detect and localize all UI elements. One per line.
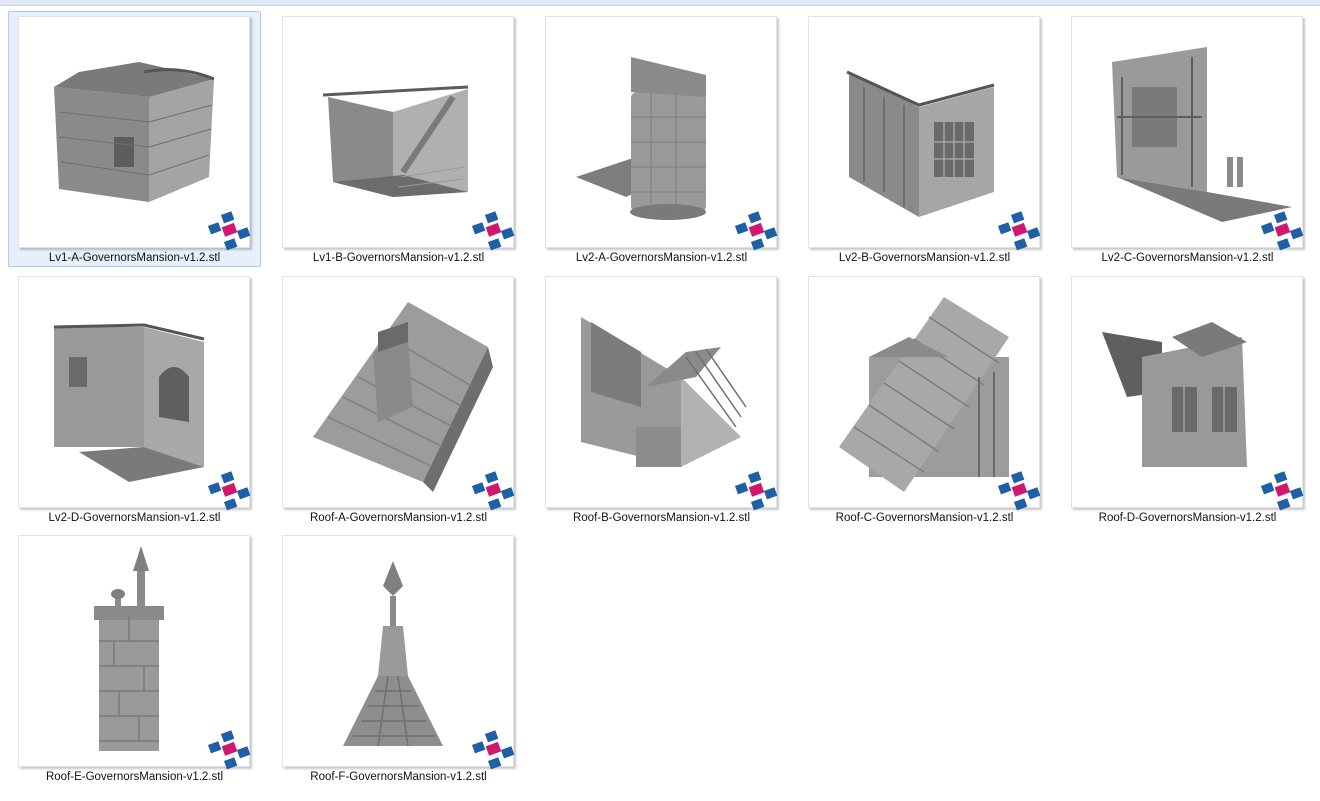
file-name-label: Lv1-A-GovernorsMansion-v1.2.stl bbox=[48, 252, 221, 264]
file-tile-lv1-a[interactable]: Lv1-A-GovernorsMansion-v1.2.stl bbox=[8, 11, 261, 267]
file-tile-roof-c[interactable]: Roof-C-GovernorsMansion-v1.2.stl bbox=[798, 271, 1051, 527]
stl-file-type-icon bbox=[471, 211, 515, 251]
thumbnail bbox=[282, 276, 515, 511]
stl-file-type-icon bbox=[471, 471, 515, 511]
file-tile-lv2-d[interactable]: Lv2-D-GovernorsMansion-v1.2.stl bbox=[8, 271, 261, 527]
file-tile-lv2-b[interactable]: Lv2-B-GovernorsMansion-v1.2.stl bbox=[798, 11, 1051, 267]
file-tile-lv2-a[interactable]: Lv2-A-GovernorsMansion-v1.2.stl bbox=[535, 11, 788, 267]
file-icon-grid: Lv1-A-GovernorsMansion-v1.2.stl Lv1-B-Go… bbox=[0, 0, 1320, 801]
stl-file-type-icon bbox=[207, 730, 251, 770]
file-tile-roof-f[interactable]: Roof-F-GovernorsMansion-v1.2.stl bbox=[272, 530, 525, 786]
file-tile-roof-a[interactable]: Roof-A-GovernorsMansion-v1.2.stl bbox=[272, 271, 525, 527]
file-name-label: Roof-C-GovernorsMansion-v1.2.stl bbox=[835, 512, 1014, 524]
stl-file-type-icon bbox=[997, 211, 1041, 251]
file-name-label: Lv1-B-GovernorsMansion-v1.2.stl bbox=[312, 252, 485, 264]
file-name-label: Roof-B-GovernorsMansion-v1.2.stl bbox=[572, 512, 751, 524]
thumbnail bbox=[808, 276, 1041, 511]
file-name-label: Roof-D-GovernorsMansion-v1.2.stl bbox=[1098, 512, 1277, 524]
thumbnail bbox=[282, 535, 515, 770]
stl-file-type-icon bbox=[471, 730, 515, 770]
file-tile-roof-e[interactable]: Roof-E-GovernorsMansion-v1.2.stl bbox=[8, 530, 261, 786]
stl-file-type-icon bbox=[997, 471, 1041, 511]
stl-file-type-icon bbox=[734, 211, 778, 251]
file-tile-roof-d[interactable]: Roof-D-GovernorsMansion-v1.2.stl bbox=[1061, 271, 1314, 527]
stl-file-type-icon bbox=[1260, 471, 1304, 511]
thumbnail bbox=[545, 16, 778, 251]
file-name-label: Roof-A-GovernorsMansion-v1.2.stl bbox=[309, 512, 488, 524]
thumbnail bbox=[545, 276, 778, 511]
thumbnail bbox=[18, 16, 251, 251]
file-name-label: Lv2-A-GovernorsMansion-v1.2.stl bbox=[575, 252, 748, 264]
thumbnail bbox=[18, 535, 251, 770]
file-name-label: Roof-F-GovernorsMansion-v1.2.stl bbox=[310, 771, 487, 783]
stl-file-type-icon bbox=[207, 211, 251, 251]
thumbnail bbox=[1071, 276, 1304, 511]
stl-file-type-icon bbox=[734, 471, 778, 511]
file-name-label: Roof-E-GovernorsMansion-v1.2.stl bbox=[45, 771, 224, 783]
file-name-label: Lv2-D-GovernorsMansion-v1.2.stl bbox=[48, 512, 221, 524]
file-tile-lv2-c[interactable]: Lv2-C-GovernorsMansion-v1.2.stl bbox=[1061, 11, 1314, 267]
file-name-label: Lv2-B-GovernorsMansion-v1.2.stl bbox=[838, 252, 1011, 264]
stl-file-type-icon bbox=[207, 471, 251, 511]
thumbnail bbox=[18, 276, 251, 511]
file-tile-roof-b[interactable]: Roof-B-GovernorsMansion-v1.2.stl bbox=[535, 271, 788, 527]
thumbnail bbox=[1071, 16, 1304, 251]
file-tile-lv1-b[interactable]: Lv1-B-GovernorsMansion-v1.2.stl bbox=[272, 11, 525, 267]
file-name-label: Lv2-C-GovernorsMansion-v1.2.stl bbox=[1101, 252, 1274, 264]
stl-file-type-icon bbox=[1260, 211, 1304, 251]
thumbnail bbox=[282, 16, 515, 251]
thumbnail bbox=[808, 16, 1041, 251]
